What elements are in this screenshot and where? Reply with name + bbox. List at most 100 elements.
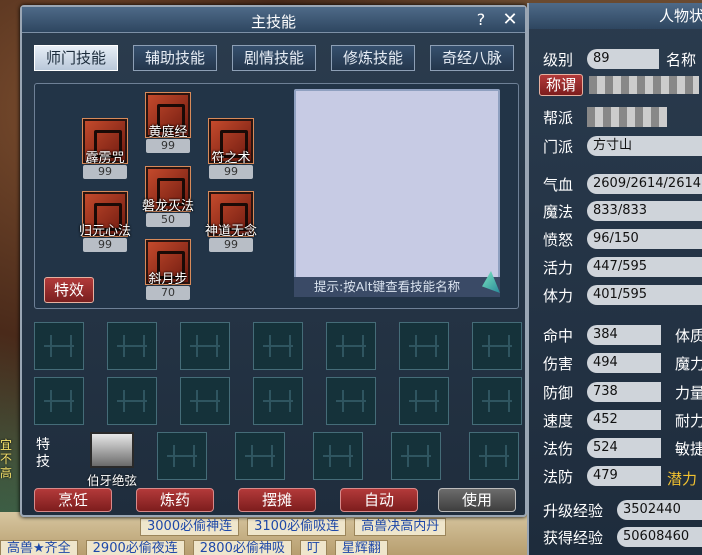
tab-cultivation-skills[interactable]: 修炼技能 <box>331 45 415 71</box>
skill-slot[interactable] <box>180 322 230 370</box>
stall-button[interactable]: 摆摊 <box>238 488 316 512</box>
banner-tag: 2900必偷夜连 <box>85 540 185 555</box>
attr-label-right: 力量 <box>675 384 702 402</box>
attr-label-right: 体质 <box>675 327 702 345</box>
guild-label: 帮派 <box>543 109 574 127</box>
exp-got-value: 50608460 <box>617 527 702 547</box>
special-skill-item[interactable]: 伯牙绝弦 <box>77 432 147 489</box>
title-button[interactable]: 称谓 <box>539 74 583 96</box>
skill-slot[interactable] <box>472 322 522 370</box>
skill-slot[interactable] <box>107 322 157 370</box>
special-slot[interactable] <box>313 432 363 480</box>
banner-tag: 星辉翻 <box>334 540 388 555</box>
attr-value: 738 <box>587 382 661 402</box>
attr-label: 命中 <box>543 327 574 345</box>
skill-item[interactable]: 归元心法 99 <box>70 191 140 252</box>
attr-value: 479 <box>587 466 661 486</box>
banner-tag: 2800必偷神吸 <box>192 540 292 555</box>
skill-item[interactable]: 斜月步 70 <box>133 239 203 300</box>
skill-item[interactable]: 霹雳咒 99 <box>70 118 140 179</box>
special-slot[interactable] <box>391 432 441 480</box>
help-button[interactable]: ? <box>472 10 490 30</box>
stat-value: 401/595 <box>587 285 702 305</box>
tab-aux-skills[interactable]: 辅助技能 <box>133 45 217 71</box>
attr-label: 伤害 <box>543 355 574 373</box>
skill-name: 斜月步 <box>148 272 188 287</box>
sect-value: 方寸山 <box>587 136 702 156</box>
main-skill-panel: 主技能 ? ✕ 师门技能 辅助技能 剧情技能 修炼技能 奇经八脉 黄庭经 99 … <box>20 5 527 517</box>
attr-label: 法伤 <box>543 440 574 458</box>
attr-label-right: 耐力 <box>675 412 702 430</box>
stat-label: 愤怒 <box>543 231 574 249</box>
skill-level: 70 <box>146 286 190 300</box>
skill-name: 磐龙灭法 <box>141 199 194 214</box>
hint-text: 提示:按Alt键查看技能名称 <box>294 277 500 297</box>
attr-value: 524 <box>587 438 661 458</box>
attr-label: 防御 <box>543 384 574 402</box>
skill-slot[interactable] <box>253 377 303 425</box>
skill-level: 99 <box>83 165 127 179</box>
skill-slot[interactable] <box>180 377 230 425</box>
attr-value: 452 <box>587 410 661 430</box>
skill-slot[interactable] <box>253 322 303 370</box>
exp-up-value: 3502440 <box>617 500 702 520</box>
attr-label-right: 敏捷 <box>675 440 702 458</box>
tab-sect-skills[interactable]: 师门技能 <box>34 45 118 71</box>
skill-slot[interactable] <box>326 377 376 425</box>
tab-story-skills[interactable]: 剧情技能 <box>232 45 316 71</box>
skill-slot[interactable] <box>107 377 157 425</box>
special-slot[interactable] <box>469 432 519 480</box>
skill-name: 神道无念 <box>204 224 257 239</box>
skill-slot[interactable] <box>399 322 449 370</box>
skill-name: 黄庭经 <box>148 125 188 140</box>
alchemy-button[interactable]: 炼药 <box>136 488 214 512</box>
skill-item[interactable]: 符之术 99 <box>196 118 266 179</box>
panel-title: 主技能 <box>250 13 296 31</box>
use-button[interactable]: 使用 <box>438 488 516 512</box>
skill-info-box <box>294 89 500 297</box>
level-label: 级别 <box>543 51 574 69</box>
stat-value: 2609/2614/2614 <box>587 174 702 194</box>
stat-value: 447/595 <box>587 257 702 277</box>
skill-level: 99 <box>146 139 190 153</box>
skill-slot[interactable] <box>326 322 376 370</box>
auto-button[interactable]: 自动 <box>340 488 418 512</box>
close-icon[interactable]: ✕ <box>500 9 520 30</box>
blurred-guild <box>587 107 667 127</box>
attr-value: 494 <box>587 353 661 373</box>
banner-tag: 3000必偷神连 <box>140 518 240 536</box>
side-text: 宜不高 <box>0 438 13 480</box>
skill-level: 99 <box>209 165 253 179</box>
attr-label: 法防 <box>543 468 574 486</box>
banner-row-1: 3000必偷神连 3100必偷吸连 高兽决高内丹 <box>140 518 447 536</box>
titlebar[interactable]: 主技能 ? ✕ <box>22 7 525 33</box>
tab-meridians[interactable]: 奇经八脉 <box>430 45 514 71</box>
qin-icon <box>90 432 134 468</box>
banner-tag: 叮 <box>299 540 327 555</box>
effect-button[interactable]: 特效 <box>44 277 94 303</box>
exp-up-label: 升级经验 <box>543 502 604 520</box>
skill-item[interactable]: 磐龙灭法 50 <box>133 166 203 227</box>
special-slot[interactable] <box>235 432 285 480</box>
blurred-title <box>589 76 699 94</box>
stat-label: 活力 <box>543 259 574 277</box>
skill-slot[interactable] <box>472 377 522 425</box>
skill-item[interactable]: 黄庭经 99 <box>133 92 203 153</box>
attr-label: 速度 <box>543 412 574 430</box>
stat-value: 833/833 <box>587 201 702 221</box>
cooking-button[interactable]: 烹饪 <box>34 488 112 512</box>
skill-slot[interactable] <box>34 322 84 370</box>
stat-label: 魔法 <box>543 203 574 221</box>
exp-got-label: 获得经验 <box>543 529 604 547</box>
skill-slot[interactable] <box>399 377 449 425</box>
banner-tag: 高兽决高内丹 <box>354 518 447 536</box>
skill-name: 归元心法 <box>78 224 131 239</box>
skill-slot[interactable] <box>34 377 84 425</box>
skill-level: 99 <box>83 238 127 252</box>
special-slot[interactable] <box>157 432 207 480</box>
potential-label: 潜力 <box>667 470 698 488</box>
stat-value: 96/150 <box>587 229 702 249</box>
skill-item[interactable]: 神道无念 99 <box>196 191 266 252</box>
skill-level: 99 <box>209 238 253 252</box>
stat-label: 气血 <box>543 176 574 194</box>
